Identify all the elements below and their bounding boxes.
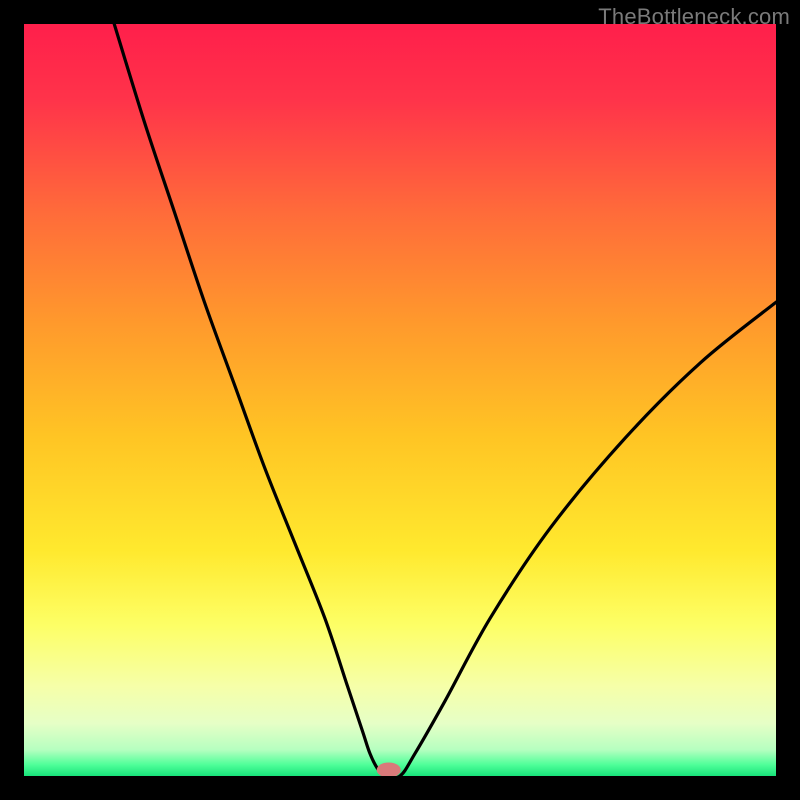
chart-frame: TheBottleneck.com [0,0,800,800]
chart-svg [24,24,776,776]
watermark-text: TheBottleneck.com [598,4,790,30]
plot-area [24,24,776,776]
